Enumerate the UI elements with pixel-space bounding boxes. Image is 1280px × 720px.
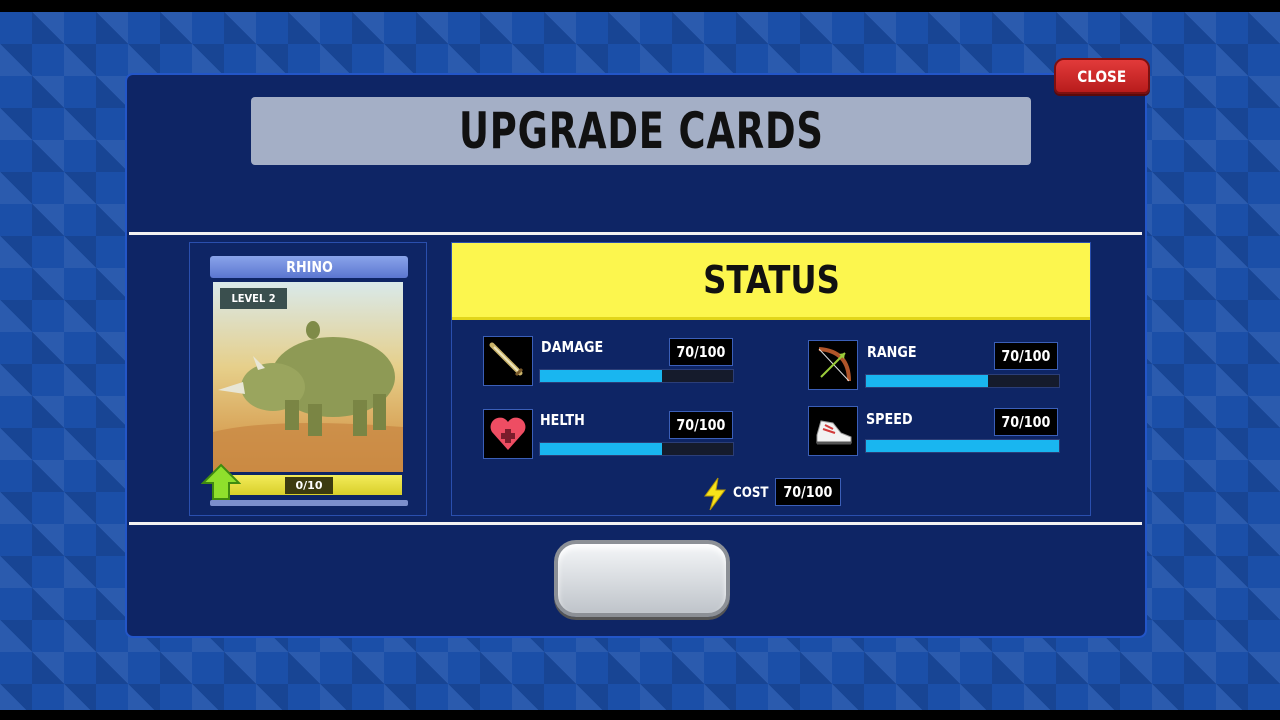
stat-bar-damage [539,369,734,383]
lightning-icon [704,477,726,511]
stat-value-speed-text: 70/100 [1001,413,1051,431]
cost-label: COST [733,485,769,501]
stat-bar-speed [865,439,1060,453]
rhino-card-image[interactable] [213,282,403,472]
status-title: STATUS [702,258,840,302]
sword-icon [483,336,533,386]
stat-value-damage-text: 70/100 [676,343,726,361]
stat-label-speed: SPEED [866,410,913,428]
stat-value-damage: 70/100 [669,338,733,366]
stat-value-range-text: 70/100 [1001,347,1051,365]
level-text: LEVEL 2 [231,292,276,305]
card-progress-text: 0/10 [295,479,323,492]
card-progress-label: 0/10 [285,477,333,494]
stat-bar-speed-fill [866,440,1059,452]
card-name-banner: RHINO [210,256,408,278]
close-label: CLOSE [1077,66,1127,86]
stat-bar-health-fill [540,443,662,455]
page-title: UPGRADE CARDS [458,102,824,160]
close-button[interactable]: CLOSE [1054,58,1150,94]
stat-value-health-text: 70/100 [676,416,726,434]
bow-icon [808,340,858,390]
bottom-divider [129,522,1142,525]
card-name: RHINO [285,258,333,276]
upgrade-arrow-icon [201,463,241,500]
stat-bar-range [865,374,1060,388]
stat-label-damage: DAMAGE [541,338,604,356]
top-divider [129,232,1142,235]
cost-value: 70/100 [775,478,841,506]
level-badge: LEVEL 2 [220,288,287,309]
stat-value-health: 70/100 [669,411,733,439]
stat-bar-range-fill [866,375,988,387]
title-bar: UPGRADE CARDS [251,97,1031,165]
stat-label-range: RANGE [867,343,917,361]
stat-value-speed: 70/100 [994,408,1058,436]
status-header: STATUS [452,243,1090,320]
shoe-icon [808,406,858,456]
stat-bar-damage-fill [540,370,662,382]
heart-icon [483,409,533,459]
stat-value-range: 70/100 [994,342,1058,370]
stat-bar-health [539,442,734,456]
stat-label-health: HELTH [540,411,585,429]
upgrade-button[interactable] [554,540,730,617]
cost-value-text: 70/100 [783,483,833,501]
